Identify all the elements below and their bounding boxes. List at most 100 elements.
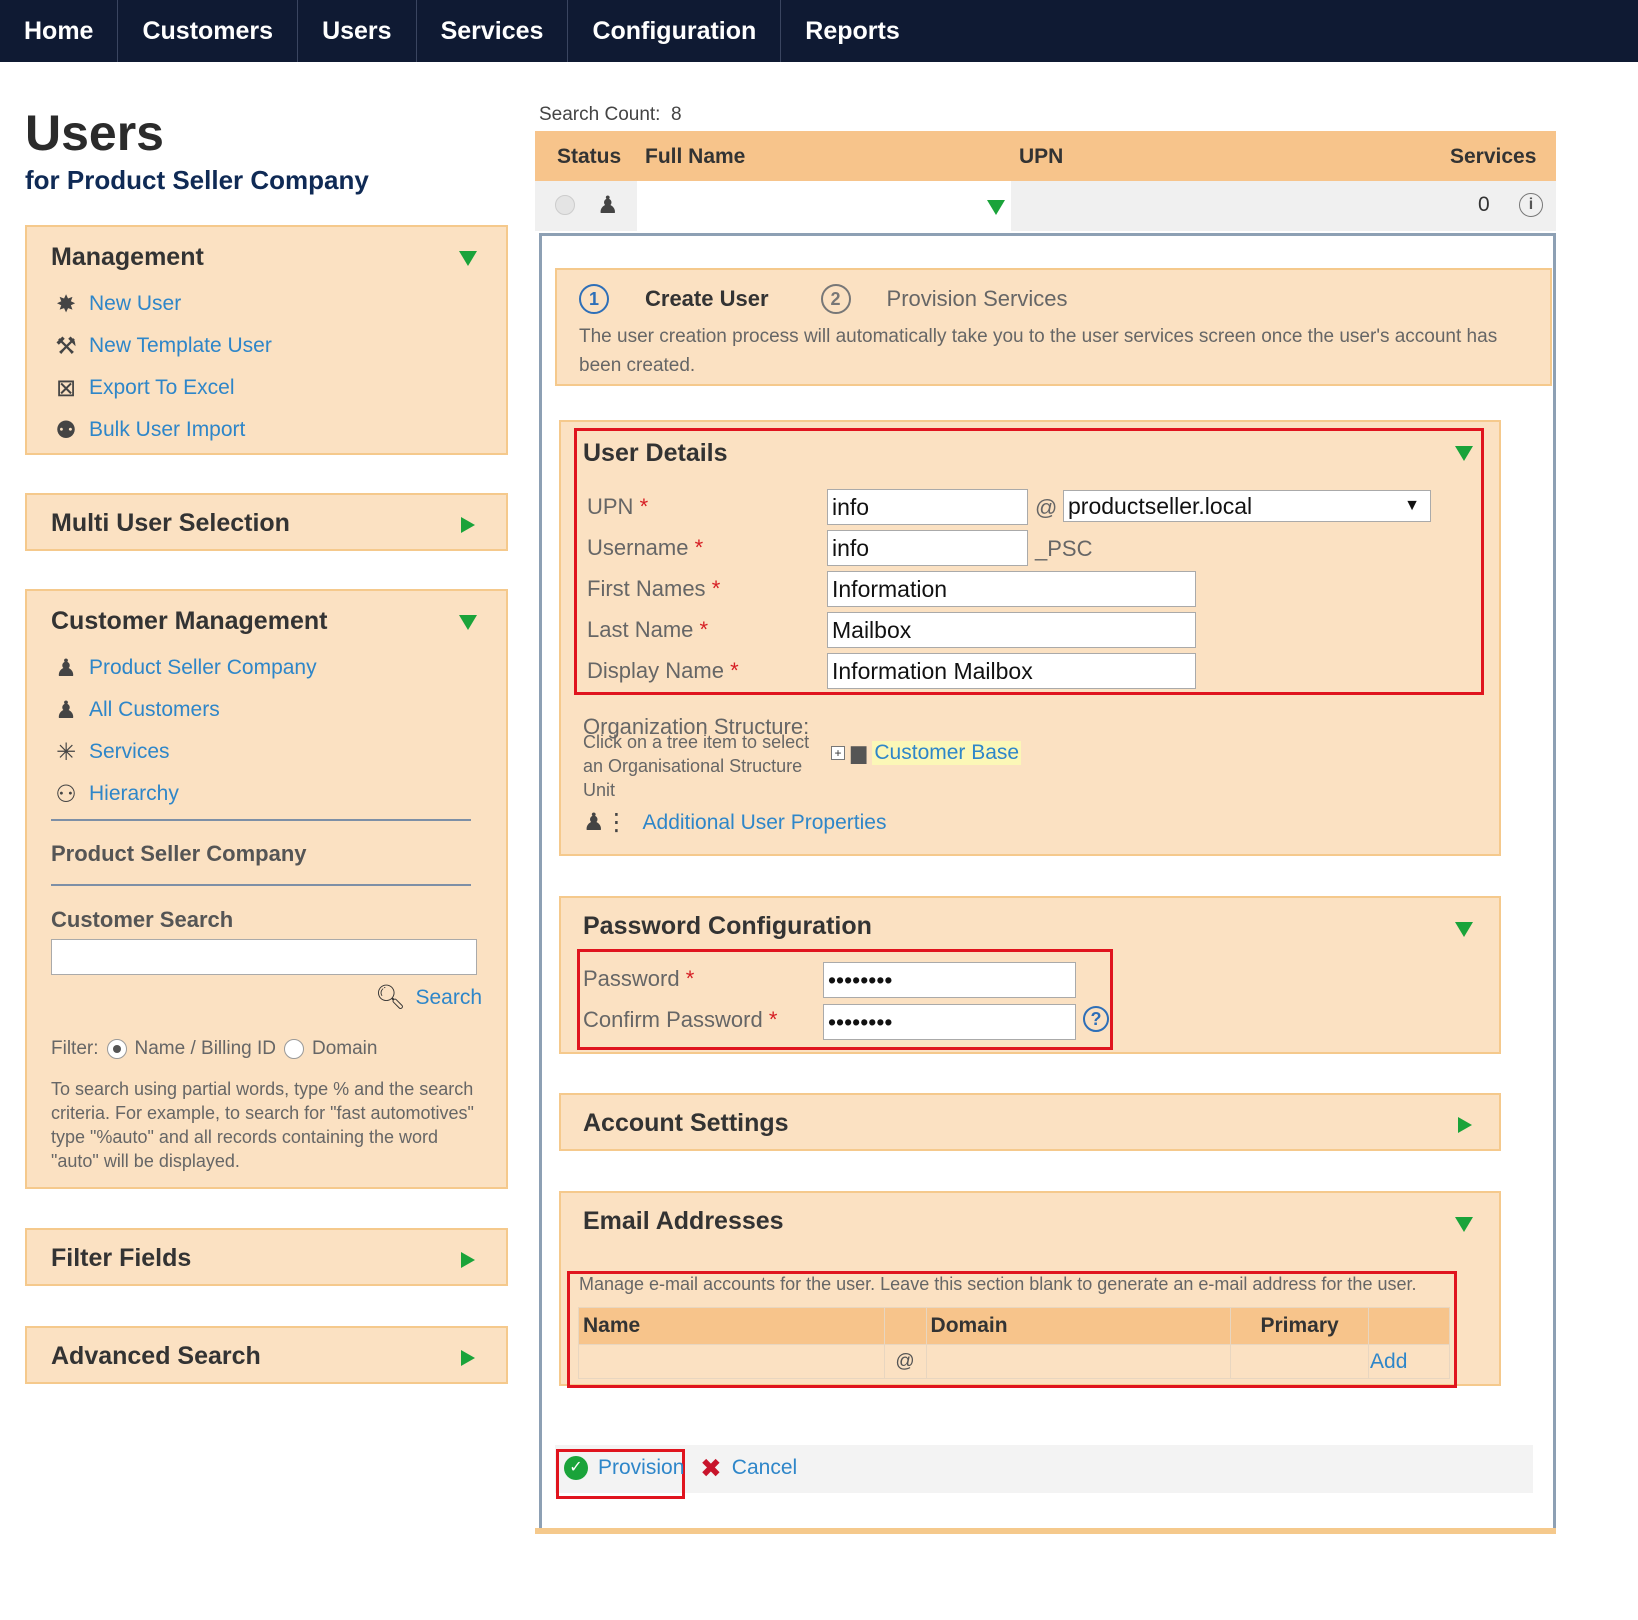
advanced-search-panel[interactable]: Advanced Search (25, 1326, 508, 1384)
account-settings-panel[interactable]: Account Settings (559, 1093, 1501, 1151)
username-input[interactable]: info (827, 530, 1028, 566)
org-tree-item[interactable]: + ▆ Customer Base (831, 740, 1022, 765)
services-icon: ✳ (55, 738, 77, 766)
at-sign: @ (1035, 495, 1058, 520)
full-name-filter-cell[interactable] (637, 181, 1011, 231)
domain-select[interactable]: productseller.local ▼ (1063, 490, 1431, 522)
new-user-link[interactable]: ✸ New User (51, 283, 272, 325)
col-email-primary: Primary (1230, 1307, 1370, 1345)
search-count: Search Count: 8 (539, 104, 682, 125)
customer-management-title: Customer Management (51, 607, 328, 635)
all-customers-link[interactable]: ♟ All Customers (51, 689, 317, 731)
customer-base-link[interactable]: Customer Base (872, 740, 1022, 765)
product-seller-company-link[interactable]: ♟ Product Seller Company (51, 647, 316, 689)
password-label: Password (583, 966, 680, 991)
confirm-password-input[interactable]: •••••••• (823, 1004, 1076, 1040)
col-status[interactable]: Status (557, 145, 621, 169)
col-services[interactable]: Services (1450, 145, 1536, 169)
users-group-icon: ⚉ (55, 416, 77, 444)
dropdown-arrow-icon[interactable] (987, 200, 1005, 215)
nav-services[interactable]: Services (417, 0, 569, 62)
filter-fields-panel[interactable]: Filter Fields (25, 1228, 508, 1286)
divider (51, 819, 471, 821)
email-name-input[interactable] (578, 1344, 885, 1379)
nav-users[interactable]: Users (298, 0, 417, 62)
search-icon: 🔍︎ (375, 984, 406, 1011)
nav-home[interactable]: Home (0, 0, 119, 62)
hierarchy-link[interactable]: ⚇ Hierarchy (51, 773, 317, 815)
expand-tree-icon[interactable]: + (831, 745, 845, 760)
search-button[interactable]: 🔍︎ Search (375, 983, 482, 1012)
wand-icon: ⚒ (55, 332, 77, 360)
user-icon: ♟ (597, 192, 619, 219)
user-details-highlight: User Details UPN * info @ productseller.… (574, 428, 1484, 695)
results-header: Status Full Name UPN Services (535, 131, 1556, 181)
customer-search-input[interactable] (51, 939, 477, 975)
nav-reports[interactable]: Reports (781, 0, 923, 62)
first-names-label: First Names (587, 576, 706, 601)
filter-domain-radio[interactable] (284, 1039, 304, 1059)
customer-search-title: Customer Search (51, 907, 234, 932)
search-help-text: To search using partial words, type % an… (51, 1079, 474, 1171)
first-names-input[interactable]: Information (827, 571, 1196, 607)
expand-account-settings-icon[interactable] (1458, 1117, 1472, 1133)
expand-advanced-search-icon[interactable] (461, 1350, 475, 1366)
customer-management-panel: Customer Management ♟ Product Seller Comp… (25, 589, 508, 1189)
step-2-icon: 2 (820, 284, 851, 314)
cancel-button[interactable]: ✖ Cancel (700, 1455, 797, 1481)
email-addresses-title: Email Addresses (583, 1207, 784, 1235)
page-subtitle: for Product Seller Company (25, 165, 369, 195)
expand-filter-fields-icon[interactable] (461, 1252, 475, 1268)
top-nav: Home Customers Users Services Configurat… (0, 0, 1638, 62)
email-domain-input[interactable] (925, 1344, 1232, 1379)
col-full-name[interactable]: Full Name (645, 145, 745, 169)
new-template-user-link[interactable]: ⚒ New Template User (51, 325, 272, 367)
nav-customers[interactable]: Customers (118, 0, 299, 62)
email-primary-checkbox[interactable] (1230, 1344, 1370, 1379)
password-input[interactable]: •••••••• (823, 962, 1076, 998)
last-name-input[interactable]: Mailbox (827, 612, 1196, 648)
help-icon[interactable]: ? (1083, 1006, 1109, 1032)
email-at-sign: @ (883, 1344, 927, 1379)
wizard-steps: 1 Create User 2 Provision Services (579, 284, 1067, 314)
filter-name-radio[interactable] (106, 1039, 127, 1059)
page-title: Users (25, 105, 164, 161)
password-title: Password Configuration (583, 912, 872, 940)
multi-user-selection-panel[interactable]: Multi User Selection (25, 493, 508, 551)
account-settings-title: Account Settings (583, 1109, 789, 1137)
org-structure-help: Click on a tree item to select an Organi… (583, 732, 810, 800)
email-input-row: @ Add (578, 1344, 1450, 1379)
col-upn[interactable]: UPN (1019, 145, 1063, 169)
confirm-password-label: Confirm Password (583, 1007, 763, 1032)
form-bottom-border (535, 1528, 1556, 1534)
collapse-management-icon[interactable] (459, 251, 477, 266)
email-table: Name Domain Primary @ Add (578, 1307, 1450, 1379)
services-link[interactable]: ✳ Services (51, 731, 317, 773)
user-details-title: User Details (583, 439, 728, 467)
results-row[interactable]: ♟ 0 i (535, 181, 1556, 231)
export-excel-link[interactable]: ⊠ Export To Excel (51, 367, 272, 409)
customers-icon: ♟ (55, 696, 77, 724)
nav-configuration[interactable]: Configuration (568, 0, 782, 62)
upn-input[interactable]: info (827, 489, 1028, 525)
col-email-domain: Domain (925, 1307, 1232, 1345)
collapse-email-icon[interactable] (1455, 1217, 1473, 1232)
filter-row: Filter: Name / Billing ID Domain (51, 1038, 378, 1059)
filter-fields-title: Filter Fields (51, 1244, 192, 1272)
expand-multi-user-icon[interactable] (461, 517, 475, 533)
provision-button[interactable]: ✓ Provision (564, 1456, 684, 1480)
bulk-user-import-link[interactable]: ⚉ Bulk User Import (51, 409, 272, 451)
last-name-label: Last Name (587, 617, 694, 642)
folder-icon: ▆ (851, 742, 867, 764)
collapse-password-icon[interactable] (1455, 922, 1473, 937)
step-create-user: Create User (645, 286, 769, 311)
advanced-search-title: Advanced Search (51, 1342, 261, 1370)
info-icon[interactable]: i (1519, 193, 1543, 217)
additional-user-properties-link[interactable]: ♟⋮ Additional User Properties (583, 808, 886, 837)
divider (51, 884, 471, 886)
add-email-link[interactable]: Add (1370, 1350, 1407, 1373)
upn-label: UPN (587, 494, 634, 519)
display-name-input[interactable]: Information Mailbox (827, 653, 1196, 689)
collapse-customer-management-icon[interactable] (459, 615, 477, 630)
display-name-label: Display Name (587, 658, 724, 683)
